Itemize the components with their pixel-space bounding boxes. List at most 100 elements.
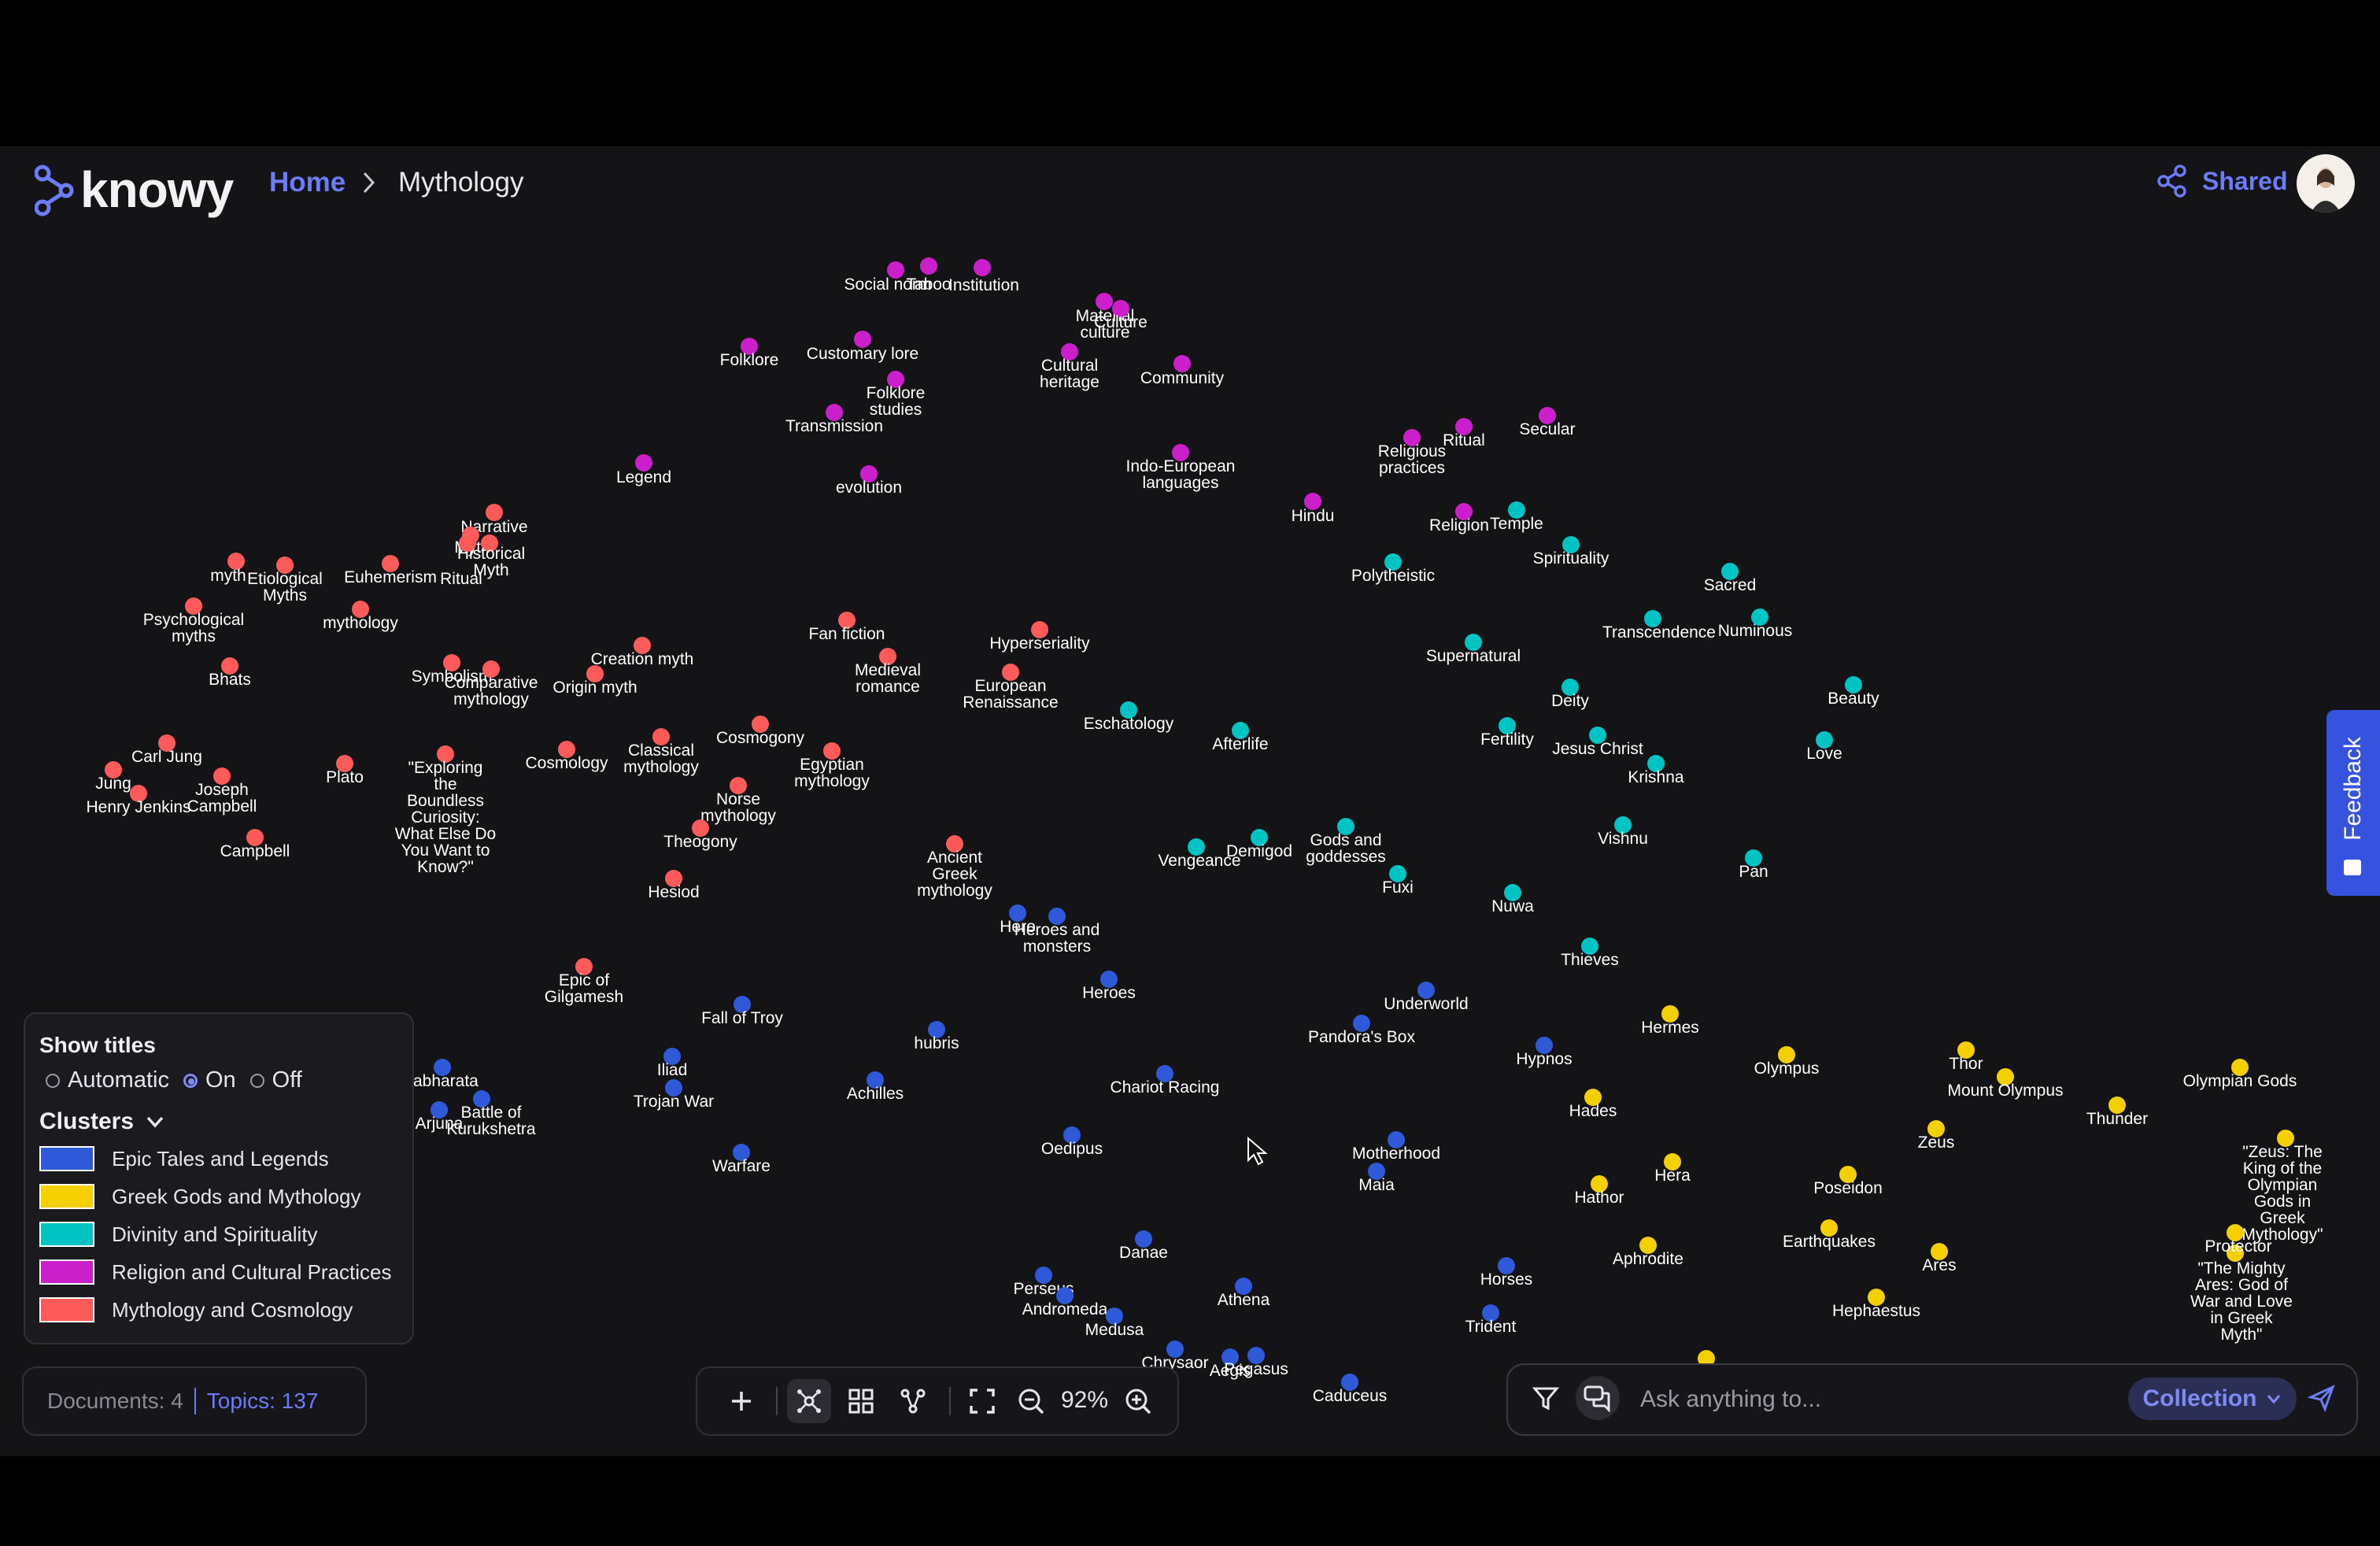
graph-node[interactable]: Legend — [616, 454, 671, 486]
graph-node[interactable]: Fan fiction — [809, 612, 885, 643]
graph-node[interactable]: Origin myth — [552, 665, 638, 697]
graph-node[interactable]: Psychological myths — [143, 597, 244, 645]
send-button[interactable] — [2300, 1376, 2344, 1420]
graph-node[interactable]: Olympus — [1754, 1046, 1820, 1078]
graph-node[interactable]: Medieval romance — [855, 648, 921, 696]
graph-node[interactable]: Krishna — [1628, 755, 1684, 786]
graph-node[interactable]: Hermes — [1641, 1005, 1699, 1037]
graph-node[interactable]: Heroes and monsters — [1014, 908, 1100, 956]
filter-button[interactable] — [1524, 1376, 1568, 1420]
graph-node[interactable]: Trident — [1465, 1304, 1517, 1336]
graph-node[interactable]: Nuwa — [1491, 884, 1534, 915]
graph-node[interactable]: Supernatural — [1426, 634, 1521, 665]
radio-on-icon[interactable] — [183, 1073, 198, 1088]
graph-node[interactable]: Epic of Gilgamesh — [545, 958, 623, 1006]
graph-node[interactable]: Hades — [1569, 1089, 1617, 1120]
graph-node[interactable]: Gods and goddesses — [1306, 818, 1386, 866]
graph-node[interactable]: Danae — [1119, 1230, 1168, 1262]
graph-node[interactable]: Olympian Gods — [2183, 1059, 2297, 1090]
feedback-tab[interactable]: Feedback — [2326, 710, 2380, 896]
legend-item-epic[interactable]: Epic Tales and Legends — [39, 1146, 329, 1171]
graph-node[interactable]: Zeus — [1918, 1120, 1955, 1152]
graph-node[interactable]: Numinous — [1718, 608, 1793, 640]
graph-node[interactable]: Folklore — [720, 338, 779, 369]
graph-node[interactable]: Jung — [95, 761, 131, 793]
graph-node[interactable]: Classical mythology — [623, 728, 699, 776]
graph-node[interactable]: Earthquakes — [1783, 1219, 1876, 1251]
graph-node[interactable]: Transmission — [785, 404, 883, 435]
node-dot[interactable] — [459, 534, 476, 552]
graph-node[interactable]: Sacred — [1704, 563, 1757, 594]
graph-node[interactable]: Customary lore — [807, 331, 918, 363]
graph-node[interactable]: Fuxi — [1382, 865, 1414, 897]
graph-node[interactable]: Indo-European languages — [1126, 444, 1236, 492]
grid-view-button[interactable] — [839, 1379, 883, 1423]
graph-node[interactable]: Afterlife — [1212, 722, 1269, 753]
graph-node[interactable]: Thor — [1949, 1041, 1983, 1073]
graph-node[interactable]: Thunder — [2086, 1097, 2148, 1128]
graph-node[interactable]: hubris — [914, 1021, 959, 1052]
graph-node[interactable]: "The Mighty Ares: God of War and Love in Gr… — [2190, 1245, 2293, 1344]
graph-node[interactable]: Ritual — [1443, 418, 1485, 449]
option-on[interactable]: On — [205, 1067, 236, 1093]
graph-node[interactable]: Religious practices — [1378, 429, 1446, 477]
graph-node[interactable]: Institution — [948, 259, 1019, 294]
graph-node[interactable]: Demigod — [1226, 829, 1292, 860]
graph-node[interactable]: Aphrodite — [1613, 1237, 1683, 1268]
graph-node[interactable]: Thieves — [1561, 938, 1619, 969]
graph-node[interactable]: Norse mythology — [700, 777, 776, 825]
graph-node[interactable]: Hyperseriality — [989, 621, 1090, 653]
graph-node[interactable]: "Zeus: The King of the Olympian Gods in Gree… — [2241, 1130, 2323, 1244]
node-dot[interactable] — [920, 257, 937, 275]
graph-node[interactable]: Transcendence — [1602, 610, 1716, 642]
graph-node[interactable]: Spirituality — [1533, 536, 1609, 568]
graph-node[interactable]: Temple — [1490, 501, 1543, 533]
graph-node[interactable]: Egyptian mythology — [794, 742, 870, 790]
radio-off-icon[interactable] — [249, 1073, 264, 1088]
graph-node[interactable]: myth — [210, 553, 246, 585]
legend-item-divinity[interactable]: Divinity and Spirituality — [39, 1222, 318, 1247]
topics-count[interactable]: Topics: 137 — [207, 1389, 319, 1414]
graph-node[interactable]: Beauty — [1828, 676, 1879, 708]
chat-mode-button[interactable] — [1576, 1376, 1620, 1420]
node-dot[interactable] — [974, 259, 991, 276]
graph-node[interactable]: Fall of Troy — [701, 996, 783, 1027]
graph-node[interactable]: Trojan War — [634, 1079, 714, 1111]
graph-node[interactable]: Religion — [1429, 503, 1489, 534]
graph-node[interactable]: Cosmology — [525, 741, 608, 772]
documents-count[interactable]: Documents: 4 — [47, 1389, 183, 1414]
graph-node[interactable]: Cosmogony — [716, 716, 805, 747]
graph-node[interactable]: Warfare — [712, 1144, 771, 1175]
legend-item-greek[interactable]: Greek Gods and Mythology — [39, 1184, 361, 1209]
graph-node[interactable]: Heroes — [1082, 971, 1136, 1002]
graph-node[interactable]: Secular — [1519, 407, 1576, 438]
graph-node[interactable]: Maia — [1358, 1163, 1395, 1194]
graph-node[interactable]: Hindu — [1292, 493, 1335, 525]
graph-node[interactable]: Hesiod — [648, 870, 700, 901]
collection-dropdown[interactable]: Collection — [2128, 1378, 2297, 1420]
graph-node[interactable]: Fertility — [1480, 717, 1534, 749]
graph-node[interactable]: Chariot Racing — [1111, 1065, 1220, 1097]
graph-node[interactable]: Campbell — [220, 829, 290, 860]
option-off[interactable]: Off — [272, 1067, 302, 1093]
graph-node[interactable]: Polytheistic — [1351, 553, 1435, 585]
graph-view-button[interactable] — [787, 1379, 831, 1423]
legend-item-cosmology[interactable]: Mythology and Cosmology — [39, 1297, 353, 1322]
fit-screen-button[interactable] — [960, 1379, 1004, 1423]
graph-node[interactable]: Eschatology — [1084, 701, 1174, 733]
graph-node[interactable]: Bhats — [209, 657, 251, 689]
option-automatic[interactable]: Automatic — [68, 1067, 169, 1093]
links-view-button[interactable] — [891, 1379, 935, 1423]
graph-node[interactable]: Ancient Greek mythology — [917, 835, 992, 900]
graph-node[interactable]: European Renaissance — [963, 664, 1059, 712]
graph-node[interactable]: Hera — [1654, 1153, 1691, 1185]
chat-input[interactable] — [1639, 1379, 2051, 1420]
graph-node[interactable]: Pandora's Box — [1308, 1015, 1415, 1046]
graph-node[interactable]: Carl Jung — [131, 734, 202, 766]
graph-node[interactable]: Hypnos — [1516, 1037, 1572, 1068]
graph-node[interactable]: Deity — [1551, 679, 1589, 710]
graph-node[interactable]: Community — [1140, 355, 1225, 387]
graph-node[interactable]: Mount Olympus — [1947, 1068, 2064, 1100]
graph-node[interactable]: Vishnu — [1598, 816, 1648, 848]
graph-node[interactable]: Hathor — [1574, 1175, 1624, 1207]
